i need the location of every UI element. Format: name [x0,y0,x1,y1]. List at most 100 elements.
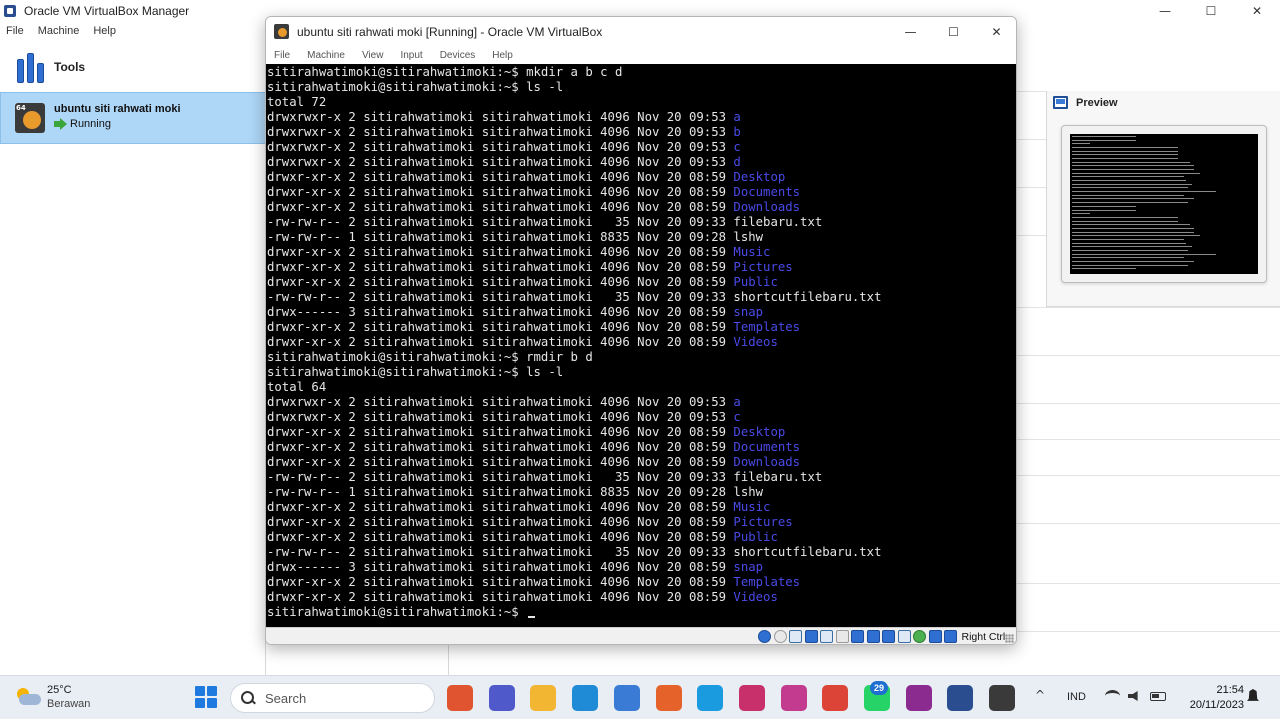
volume-icon[interactable] [1128,691,1138,701]
ls-entry: drwxr-xr-x 2 sitirahwatimoki sitirahwati… [266,185,1016,200]
vm-menu-devices[interactable]: Devices [440,50,476,61]
menu-machine[interactable]: Machine [38,25,80,37]
ubuntu-vm-icon [274,24,289,39]
snipping-tool-icon[interactable] [739,685,765,711]
preview-text-line [1072,140,1136,141]
keyboard-icon[interactable] [944,630,957,643]
display-icon[interactable] [851,630,864,643]
guest-terminal[interactable]: sitirahwatimoki@sitirahwatimoki:~$ mkdir… [266,64,1016,627]
vm-menu-view[interactable]: View [362,50,384,61]
taskbar-search[interactable]: Search [230,683,435,713]
ls-entry-meta: drwxr-xr-x 2 sitirahwatimoki sitirahwati… [267,335,734,349]
chrome-icon[interactable] [822,685,848,711]
recording-icon[interactable] [866,630,880,643]
vm-menu-input[interactable]: Input [400,50,422,61]
preview-text-line [1072,147,1178,148]
input-language[interactable]: IND [1067,691,1086,703]
vm-maximize-button[interactable]: ☐ [932,17,975,46]
network-icon[interactable] [804,630,818,643]
usb-icon[interactable] [820,630,833,643]
maximize-button[interactable]: ☐ [1188,0,1234,21]
file-explorer-icon[interactable] [530,685,556,711]
edge-icon[interactable] [697,685,723,711]
battery-icon[interactable] [1150,692,1166,701]
close-button[interactable]: ✕ [1234,0,1280,21]
minimize-button[interactable]: — [1142,0,1188,21]
file-name: filebaru.txt [733,470,823,484]
ls-entry-meta: drwxr-xr-x 2 sitirahwatimoki sitirahwati… [267,515,734,529]
manager-window-buttons: — ☐ ✕ [1142,0,1280,21]
vm-window: ubuntu siti rahwati moki [Running] - Ora… [265,16,1017,645]
microsoft-365-icon[interactable] [447,685,473,711]
video-capture-icon[interactable] [882,630,895,643]
vm-list-item[interactable]: 64 ubuntu siti rahwati moki Running [0,92,266,144]
preview-header[interactable]: Preview [1053,96,1118,109]
ls-entry-meta: -rw-rw-r-- 2 sitirahwatimoki sitirahwati… [267,470,734,484]
text-cursor [528,616,536,618]
wps-office-icon[interactable] [781,685,807,711]
shared-folders-icon[interactable] [835,630,849,643]
manager-title: Oracle VM VirtualBox Manager [24,3,190,18]
vm-menu-help[interactable]: Help [492,50,513,61]
directory-name: snap [733,305,764,319]
windows-logo-tile [207,686,217,696]
ls-entry-meta: drwxr-xr-x 2 sitirahwatimoki sitirahwati… [267,275,734,289]
windows-logo-tile [195,698,205,708]
directory-name: snap [733,560,764,574]
copilot-icon[interactable] [614,685,640,711]
preview-text-line [1072,210,1136,211]
virtualbox-icon[interactable] [947,685,973,711]
paint-icon[interactable] [572,685,598,711]
machine-list-panel: Tools 64 ubuntu siti rahwati moki Runnin… [0,41,266,675]
directory-name: Public [733,275,778,289]
preview-text-line [1072,235,1200,236]
preview-text-line [1072,268,1136,269]
show-hidden-icons-chevron[interactable]: ^ [1035,688,1045,702]
optical-drive-icon[interactable] [773,630,787,643]
notification-bell-icon[interactable] [1247,689,1259,701]
host-key-label[interactable]: Right Ctrl [962,631,1006,643]
preview-text-line [1072,254,1216,255]
file-name: filebaru.txt [733,215,823,229]
ls-entry: drwxr-xr-x 2 sitirahwatimoki sitirahwati… [266,200,1016,215]
virtualbox-icon [4,4,16,17]
shell-command: ls -l [526,80,564,94]
directory-name: Videos [733,590,778,604]
vm-menu-file[interactable]: File [274,50,290,61]
shell-prompt: sitirahwatimoki@sitirahwatimoki:~$ [267,350,527,364]
vm-minimize-button[interactable]: — [889,17,932,46]
terminal-active-prompt: sitirahwatimoki@sitirahwatimoki:~$ [266,605,1016,620]
teams-icon[interactable] [489,685,515,711]
menu-file[interactable]: File [6,25,24,37]
ls-entry-meta: drwxr-xr-x 2 sitirahwatimoki sitirahwati… [267,425,734,439]
start-button[interactable] [195,686,217,708]
firefox-icon[interactable] [656,685,682,711]
guest-additions-icon[interactable] [897,630,911,643]
tools-item[interactable]: Tools [0,47,266,87]
clock[interactable]: 21:54 20/11/2023 [1176,683,1244,713]
ls-entry: drwxr-xr-x 2 sitirahwatimoki sitirahwati… [266,455,1016,470]
winrar-icon[interactable] [906,685,932,711]
ls-entry-meta: drwxr-xr-x 2 sitirahwatimoki sitirahwati… [267,200,734,214]
ls-entry-meta: drwxrwxr-x 2 sitirahwatimoki sitirahwati… [267,155,734,169]
whatsapp-notification-badge: 29 [870,681,888,695]
ls-entry: drwxr-xr-x 2 sitirahwatimoki sitirahwati… [266,515,1016,530]
hard-disk-icon[interactable] [758,630,771,643]
weather-widget[interactable]: 25°C Berawan [16,683,90,711]
cpu-icon[interactable] [913,630,926,643]
ls-entry: -rw-rw-r-- 1 sitirahwatimoki sitirahwati… [266,485,1016,500]
resize-grip[interactable] [1005,634,1014,643]
weather-description: Berawan [47,698,91,710]
ls-entry: drwxr-xr-x 2 sitirahwatimoki sitirahwati… [266,500,1016,515]
audio-icon[interactable] [789,630,802,643]
shell-prompt: sitirahwatimoki@sitirahwatimoki:~$ [267,605,527,619]
mouse-integration-icon[interactable] [928,630,942,643]
ls-entry-meta: drwxr-xr-x 2 sitirahwatimoki sitirahwati… [267,260,734,274]
terminal-command-line: sitirahwatimoki@sitirahwatimoki:~$ ls -l [266,365,1016,380]
menu-help[interactable]: Help [93,25,116,37]
vm-close-button[interactable]: ✕ [975,17,1016,46]
ls-entry: drwxrwxr-x 2 sitirahwatimoki sitirahwati… [266,140,1016,155]
wifi-icon[interactable] [1105,690,1120,702]
ubuntu-vm-icon[interactable] [989,685,1015,711]
vm-menu-machine[interactable]: Machine [307,50,345,61]
